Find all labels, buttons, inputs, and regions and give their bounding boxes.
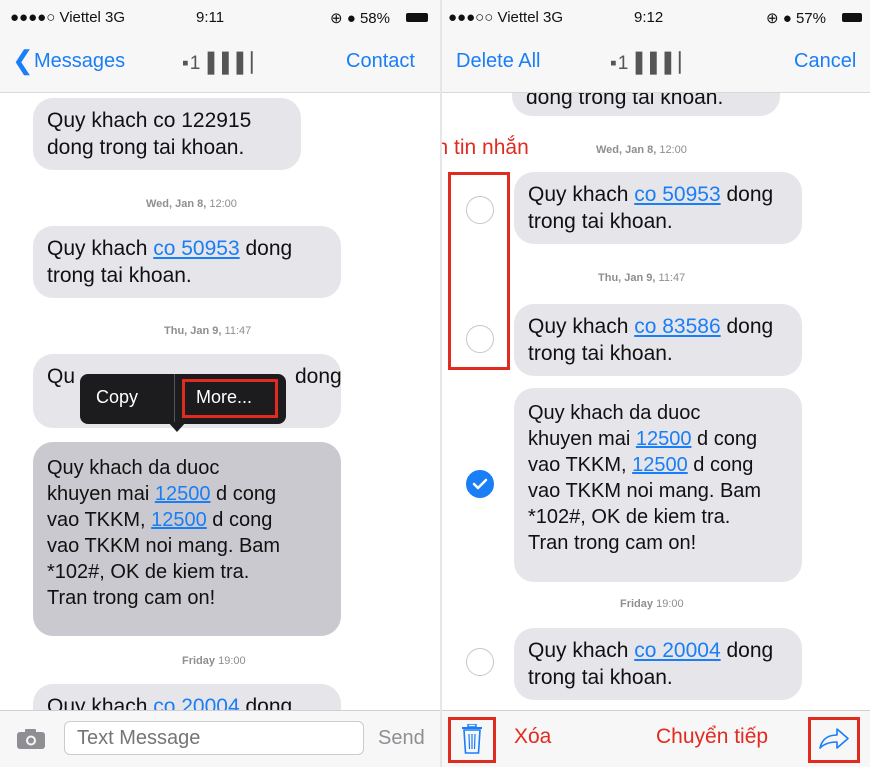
timestamp: Friday 19:00 (620, 598, 684, 610)
timestamp-day: Friday (620, 598, 654, 610)
message-text: Quy khach (528, 183, 635, 206)
forward-icon[interactable] (818, 727, 850, 751)
message-link[interactable]: co 50953 (634, 183, 720, 206)
battery-label: ⊕ ● 57% (766, 10, 826, 27)
annotation-select-messages: Chọn tin nhắn (442, 136, 529, 159)
copy-button[interactable]: Copy (96, 387, 138, 408)
message-text: Quy khach co 122915 dong trong tai khoan… (47, 109, 252, 159)
checkmark-icon (472, 478, 488, 490)
message-link[interactable]: 12500 (636, 428, 692, 450)
message-bubble[interactable]: Quy khach co 50953 dong trong tai khoan. (514, 172, 802, 244)
timestamp-time: 12:00 (659, 144, 687, 156)
menu-pointer (168, 422, 186, 432)
cancel-button[interactable]: Cancel (794, 50, 856, 73)
clock: 9:12 (634, 9, 664, 26)
message-bubble-selected[interactable]: Quy khach da duoc khuyen mai 12500 d con… (33, 442, 341, 636)
message-text: vao TKKM, (528, 454, 633, 476)
nav-bar: ❮ Messages ▪1 ▌▌▌▏ Contact (0, 34, 440, 93)
edit-toolbar: Xóa Chuyển tiếp (442, 710, 870, 767)
message-text: Quy khach da duoc (528, 402, 701, 424)
timestamp-time: 12:00 (209, 198, 237, 210)
timestamp: Wed, Jan 8, 12:00 (146, 198, 237, 210)
right-screenshot: ●●●○○ Viettel 3G 9:12 ⊕ ● 57% Delete All… (442, 0, 870, 767)
annotation-delete: Xóa (514, 725, 552, 748)
carrier-label: ●●●●○ Viettel 3G (10, 9, 126, 26)
message-text: vao TKKM, (47, 509, 152, 531)
message-text: Quy khach (528, 639, 635, 662)
message-text: Tran trong cam on! (528, 532, 697, 554)
timestamp-day: Wed, Jan 8, (596, 144, 657, 156)
message-text: khuyen mai (528, 428, 636, 450)
back-button[interactable]: Messages (34, 50, 125, 73)
battery-icon (842, 13, 862, 22)
message-bubble[interactable]: Quy khach co 83586 dong trong tai khoan. (514, 304, 802, 376)
send-button[interactable]: Send (378, 727, 425, 750)
timestamp: Thu, Jan 9, 11:47 (598, 272, 685, 284)
clock: 9:11 (196, 9, 225, 26)
message-text: Quy khach (528, 315, 635, 338)
message-bubble[interactable]: Quy khach co 50953 dong trong tai khoan. (33, 226, 341, 298)
highlight-more-box (182, 379, 278, 418)
conversation-title: ▪1 ▌▌▌▏ (182, 53, 267, 74)
message-text: Tran trong cam on! (47, 587, 216, 609)
message-text: vao TKKM noi mang. Bam (528, 480, 762, 502)
message-text: *102#, OK de kiem tra. (47, 561, 250, 583)
timestamp: Thu, Jan 9, 11:47 (164, 325, 251, 337)
message-link[interactable]: 12500 (151, 509, 207, 531)
message-text: vao TKKM noi mang. Bam (47, 535, 281, 557)
message-text: d cong (687, 454, 754, 476)
message-link[interactable]: co 20004 (634, 639, 720, 662)
left-screenshot: ●●●●○ Viettel 3G 9:11 ⊕ ● 58% ❮ Messages… (0, 0, 440, 767)
select-radio-checked[interactable] (466, 470, 494, 498)
timestamp: Wed, Jan 8, 12:00 (596, 144, 687, 156)
nav-bar-overlay: Delete All ▪1 ▌▌▌▏ Cancel (442, 34, 870, 93)
timestamp-day: Thu, Jan 9, (164, 325, 222, 337)
battery-label: ⊕ ● 58% (330, 10, 390, 27)
message-text: d cong (691, 428, 758, 450)
message-text: khuyen mai (47, 483, 155, 505)
message-bubble[interactable]: Quy khach da duoc khuyen mai 12500 d con… (514, 388, 802, 582)
contact-button[interactable]: Contact (346, 50, 415, 73)
timestamp-day: Wed, Jan 8, (146, 198, 207, 210)
annotation-forward: Chuyển tiếp (656, 725, 769, 748)
message-input[interactable] (64, 721, 364, 755)
select-radio[interactable] (466, 196, 494, 224)
menu-divider (174, 374, 175, 424)
message-text: d cong (210, 483, 277, 505)
timestamp-day: Thu, Jan 9, (598, 272, 656, 284)
timestamp-time: 11:47 (224, 325, 252, 337)
conversation-title: ▪1 ▌▌▌▏ (610, 53, 695, 74)
select-radio[interactable] (466, 325, 494, 353)
timestamp: Friday 19:00 (182, 655, 246, 667)
timestamp-day: Friday (182, 655, 216, 667)
timestamp-time: 19:00 (218, 655, 246, 667)
message-text: Qu (47, 365, 76, 388)
message-link[interactable]: co 50953 (153, 237, 239, 260)
message-text: *102#, OK de kiem tra. (528, 506, 731, 528)
message-text: dong (295, 365, 342, 388)
compose-bar: Send (0, 710, 440, 767)
chevron-left-icon[interactable]: ❮ (12, 45, 34, 76)
trash-icon[interactable] (460, 724, 484, 754)
camera-icon[interactable] (16, 728, 46, 750)
message-link[interactable]: co 83586 (634, 315, 720, 338)
timestamp-time: 11:47 (658, 272, 686, 284)
delete-all-button[interactable]: Delete All (456, 50, 541, 73)
message-text: d cong (206, 509, 273, 531)
message-bubble[interactable]: Quy khach co 122915 dong trong tai khoan… (33, 98, 301, 170)
message-link[interactable]: 12500 (632, 454, 688, 476)
message-link[interactable]: 12500 (155, 483, 211, 505)
select-radio[interactable] (466, 648, 494, 676)
message-text: Quy khach da duoc (47, 457, 220, 479)
status-bar: ●●●●○ Viettel 3G 9:11 ⊕ ● 58% (0, 0, 440, 34)
message-text: Quy khach (47, 237, 154, 260)
battery-icon (406, 13, 428, 22)
status-bar: ●●●○○ Viettel 3G 9:12 ⊕ ● 57% (442, 0, 870, 34)
timestamp-time: 19:00 (656, 598, 684, 610)
message-bubble[interactable]: Quy khach co 20004 dong trong tai khoan. (514, 628, 802, 700)
carrier-label: ●●●○○ Viettel 3G (448, 9, 564, 26)
